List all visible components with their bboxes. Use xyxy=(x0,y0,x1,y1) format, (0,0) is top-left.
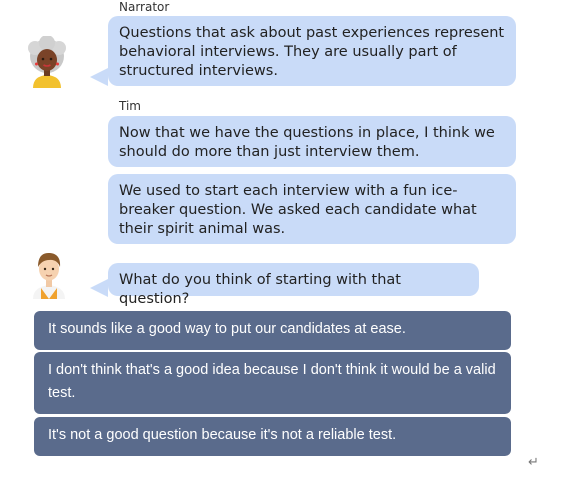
return-icon: ↵ xyxy=(528,455,539,470)
choice-label: It's not a good question because it's no… xyxy=(48,427,397,443)
choice-button-2[interactable]: I don't think that's a good idea because… xyxy=(34,352,511,414)
dialogue-screen: Narrator Questions that ask about past e… xyxy=(0,0,575,484)
choice-label: It sounds like a good way to put our can… xyxy=(48,321,406,337)
narrator-message-text: Questions that ask about past experience… xyxy=(119,25,505,79)
choice-label: I don't think that's a good idea because… xyxy=(48,362,496,401)
tim-avatar-icon xyxy=(27,247,71,299)
tim-name: Tim xyxy=(119,99,141,113)
tim-message-text: We used to start each interview with a f… xyxy=(119,183,477,237)
tim-message-bubble: We used to start each interview with a f… xyxy=(108,174,516,244)
narrator-message-bubble: Questions that ask about past experience… xyxy=(108,16,516,86)
narrator-bubble-tail xyxy=(90,68,108,86)
tim-message-text: Now that we have the questions in place,… xyxy=(119,125,495,160)
narrator-name: Narrator xyxy=(119,0,170,14)
choice-button-3[interactable]: It's not a good question because it's no… xyxy=(34,417,511,456)
tim-bubble-tail xyxy=(90,279,108,297)
tim-message-bubble: Now that we have the questions in place,… xyxy=(108,116,516,167)
narrator-avatar-icon xyxy=(25,35,69,88)
choice-button-1[interactable]: It sounds like a good way to put our can… xyxy=(34,311,511,350)
tim-message-bubble: What do you think of starting with that … xyxy=(108,263,479,307)
tim-message-text: What do you think of starting with that … xyxy=(119,272,401,307)
